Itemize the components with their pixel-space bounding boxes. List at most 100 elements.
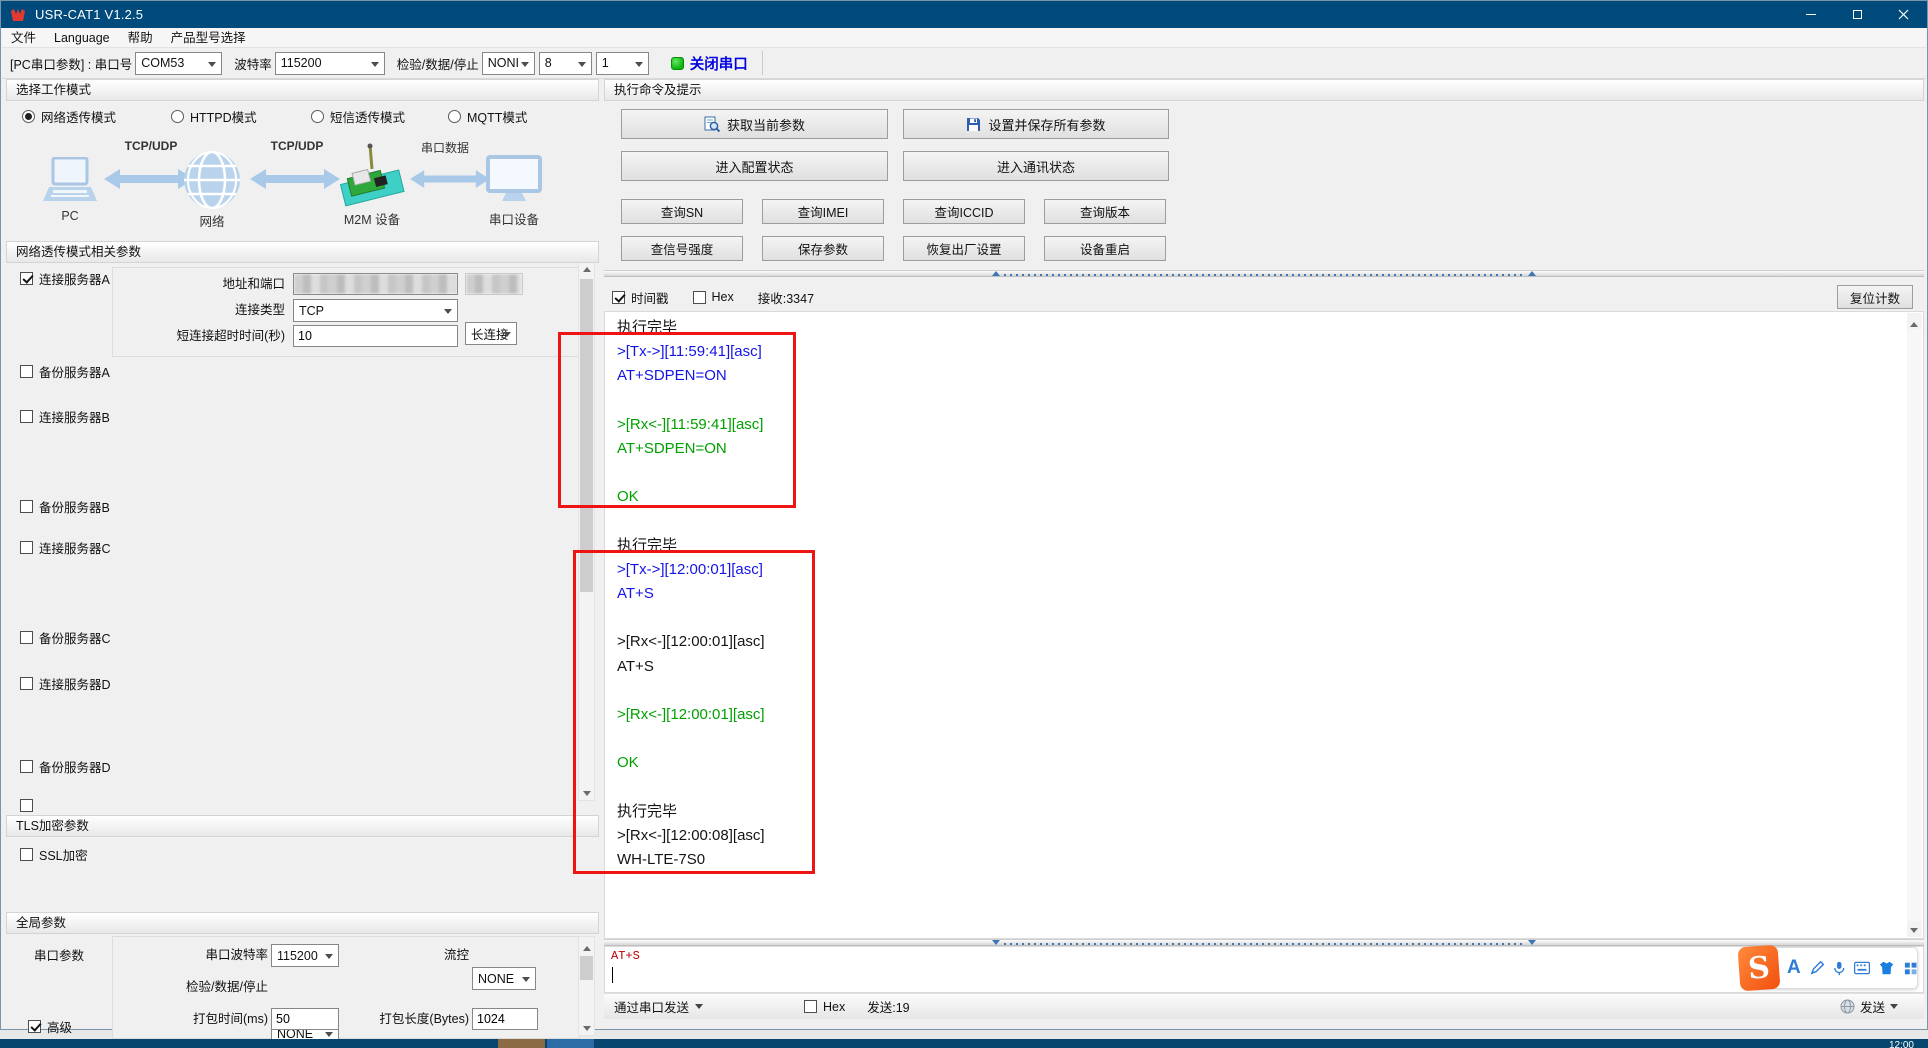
mode-httpd[interactable]: HTTPD模式 [171,107,257,126]
server-port-field[interactable] [465,273,523,295]
menu-help[interactable]: 帮助 [119,28,162,48]
ime-toolbar [1746,947,1918,989]
query-sn-button[interactable]: 查询SN [621,199,743,224]
maximize-button[interactable] [1834,1,1880,28]
log-splitter[interactable] [604,270,1924,277]
taskbar[interactable]: 12:00 [0,1039,1928,1048]
global-scrollbar[interactable] [578,936,595,1036]
mode-net-transparent[interactable]: 网络透传模式 [22,107,116,126]
ime-pen-icon[interactable] [1810,960,1824,976]
flow-control-select[interactable]: NONE [472,967,536,990]
taskbar-app-icon[interactable] [547,1039,594,1048]
net-params-scrollbar[interactable] [578,257,595,801]
menu-language[interactable]: Language [45,28,119,48]
query-signal-button[interactable]: 查信号强度 [621,236,743,261]
log-line: 执行完毕 [617,534,1903,558]
conn-type-select[interactable]: TCP [293,299,458,322]
device-restart-button[interactable]: 设备重启 [1044,236,1166,261]
set-save-params-button[interactable]: 设置并保存所有参数 [903,109,1169,139]
radio-icon [448,110,461,123]
scroll-down-icon[interactable] [1907,921,1922,937]
query-imei-button[interactable]: 查询IMEI [762,199,884,224]
baud-select[interactable]: 115200 [275,52,385,75]
scrollbar-thumb[interactable] [580,279,593,592]
databits-select[interactable]: 8 [539,52,592,75]
log-line [617,389,1903,413]
ime-menu-grid-icon[interactable] [1904,961,1917,976]
log-scrollbar[interactable] [1907,313,1922,937]
hex-send-checkbox[interactable] [804,1000,817,1013]
scroll-down-icon[interactable] [579,1019,594,1035]
serial-toolbar: [PC串口参数] : 串口号 COM53 波特率 115200 检验/数据/停止… [2,48,1926,79]
query-iccid-button[interactable]: 查询ICCID [903,199,1025,224]
pack-len-input[interactable] [472,1008,538,1030]
close-button[interactable] [1880,1,1926,28]
checkbox-icon [20,365,33,378]
menu-file[interactable]: 文件 [2,28,45,48]
ime-language-icon[interactable] [1787,957,1801,979]
scrollbar-thumb[interactable] [580,956,593,980]
advanced-checkbox-row[interactable]: 高级 [28,1017,72,1036]
mode-sms-transparent[interactable]: 短信透传模式 [311,107,405,126]
taskbar-app-icon[interactable] [498,1039,545,1048]
enter-comm-button[interactable]: 进入通讯状态 [903,151,1169,181]
log-area[interactable]: 执行完毕 >[Tx->][11:59:41][asc] AT+SDPEN=ON … [604,311,1924,939]
log-line [617,679,1903,703]
server-a-checkbox-row[interactable]: 连接服务器A [20,269,110,288]
server-address-field[interactable] [293,273,458,295]
get-params-button[interactable]: 获取当前参数 [621,109,888,139]
ime-keyboard-icon[interactable] [1854,961,1870,975]
stopbits-select[interactable]: 1 [596,52,649,75]
com-port-select[interactable]: COM53 [135,52,222,75]
send-splitter[interactable] [604,939,1924,946]
network-globe-icon [180,151,244,209]
short-conn-timeout-input[interactable] [293,325,458,347]
close-port-button[interactable]: 关闭串口 [690,53,748,74]
sogou-logo-icon[interactable] [1738,945,1781,992]
ssl-checkbox-row[interactable]: SSL加密 [20,845,88,864]
serial-baud-label: 串口波特率 [113,944,268,966]
keepalive-select[interactable]: 长连接 [465,322,517,345]
save-params-button[interactable]: 保存参数 [762,236,884,261]
parity-select[interactable]: NONI [482,52,535,75]
send-via-serial-dropdown[interactable]: 通过串口发送 [614,997,689,1016]
enter-config-button[interactable]: 进入配置状态 [621,151,888,181]
backup-server-c-row[interactable]: 备份服务器C [20,628,111,647]
menu-product-model[interactable]: 产品型号选择 [162,28,255,48]
toolbar-separator [762,51,763,75]
global-subpanel: 串口波特率 115200 流控 NONE 检验/数据/停止 NONE 8 1 打… [112,936,580,1039]
backup-server-d-row[interactable]: 备份服务器D [20,757,111,776]
query-version-button[interactable]: 查询版本 [1044,199,1166,224]
timestamp-checkbox[interactable] [612,291,625,304]
backup-server-a-row[interactable]: 备份服务器A [20,362,110,381]
clipped-server-row[interactable] [20,799,33,812]
server-d-row[interactable]: 连接服务器D [20,674,111,693]
server-b-row[interactable]: 连接服务器B [20,407,110,426]
send-button[interactable]: 发送 [1840,995,1898,1017]
serial-parity-label: 检验/数据/停止 [113,976,268,998]
scroll-down-icon[interactable] [579,784,594,800]
splitter-handle-icon [992,271,1000,276]
network-send-icon [1840,999,1855,1014]
checkbox-icon [20,631,33,644]
splitter-handle-icon [1528,940,1536,945]
mode-mqtt[interactable]: MQTT模式 [448,107,527,126]
log-text: 执行完毕 >[Tx->][11:59:41][asc] AT+SDPEN=ON … [617,316,1903,872]
log-line [617,606,1903,630]
serial-params-label: [PC串口参数] : 串口号 [10,54,132,73]
reset-count-button[interactable]: 复位计数 [1837,285,1913,309]
log-line: >[Rx<-][12:00:01][asc] [617,630,1903,654]
scroll-up-icon[interactable] [579,937,594,953]
minimize-button[interactable] [1788,1,1834,28]
backup-server-b-row[interactable]: 备份服务器B [20,497,110,516]
hex-recv-checkbox[interactable] [693,291,706,304]
conn-type-label: 连接类型 [113,299,285,321]
factory-reset-button[interactable]: 恢复出厂设置 [903,236,1025,261]
log-line: >[Rx<-][11:59:41][asc] [617,413,1903,437]
scroll-up-icon[interactable] [1907,313,1922,329]
send-input-area[interactable]: AT+S [604,946,1924,993]
server-c-row[interactable]: 连接服务器C [20,538,111,557]
ime-mic-icon[interactable] [1833,960,1845,977]
ime-skin-icon[interactable] [1879,960,1894,976]
log-line: AT+S [617,582,1903,606]
